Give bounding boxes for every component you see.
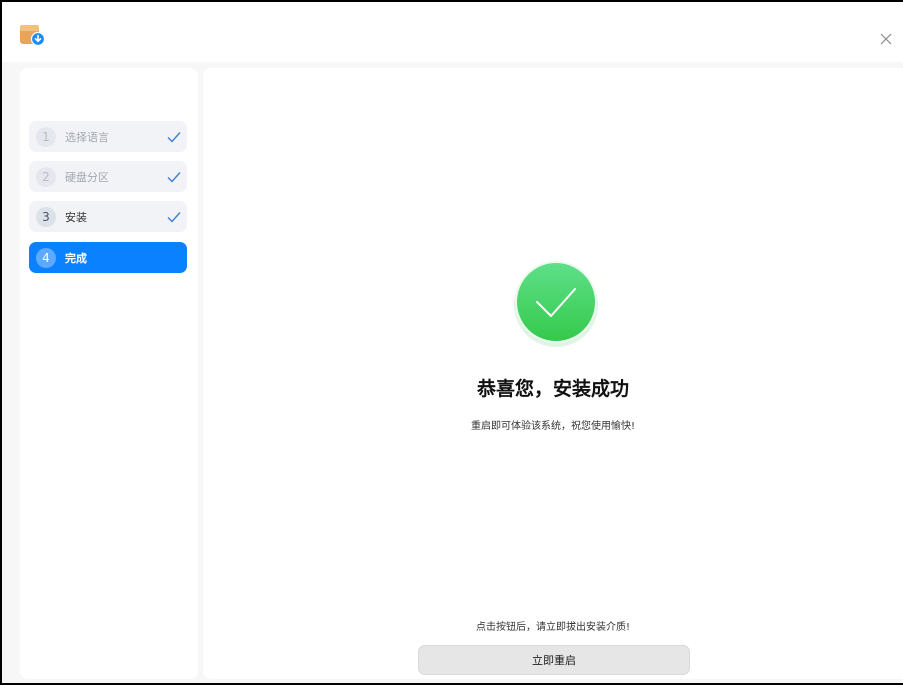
close-icon[interactable] bbox=[877, 30, 895, 48]
main-content: 恭喜您，安装成功 重启即可体验该系统，祝您使用愉快! 点击按钮后，请立即拔出安装… bbox=[203, 68, 903, 679]
step-label: 硬盘分区 bbox=[65, 170, 109, 184]
step-label: 安装 bbox=[65, 210, 87, 224]
checkmark-icon bbox=[167, 131, 181, 143]
check-circle-icon bbox=[514, 261, 598, 347]
step-number: 4 bbox=[36, 247, 56, 268]
step-finish[interactable]: 4 完成 bbox=[29, 242, 187, 273]
step-number: 2 bbox=[36, 166, 56, 187]
step-select-language[interactable]: 1 选择语言 bbox=[29, 121, 187, 152]
step-sidebar: 1 选择语言 2 硬盘分区 3 安装 4 完成 bbox=[20, 68, 198, 679]
step-label: 完成 bbox=[65, 251, 87, 265]
title-bar bbox=[2, 2, 903, 62]
step-number: 3 bbox=[36, 206, 56, 227]
checkmark-icon bbox=[167, 171, 181, 183]
installer-box-download-icon bbox=[20, 25, 45, 47]
step-number: 1 bbox=[36, 126, 56, 147]
success-subtitle: 重启即可体验该系统，祝您使用愉快! bbox=[470, 421, 635, 432]
reboot-now-button[interactable]: 立即重启 bbox=[418, 645, 690, 675]
remove-media-hint: 点击按钮后，请立即拔出安装介质! bbox=[475, 622, 630, 633]
checkmark-icon bbox=[167, 211, 181, 223]
step-disk-partition[interactable]: 2 硬盘分区 bbox=[29, 161, 187, 192]
success-title: 恭喜您，安装成功 bbox=[476, 378, 629, 400]
step-install[interactable]: 3 安装 bbox=[29, 201, 187, 232]
step-label: 选择语言 bbox=[65, 130, 109, 144]
installer-window: 1 选择语言 2 硬盘分区 3 安装 4 完成 恭喜您，安装成功 重启即可体验该… bbox=[0, 0, 903, 685]
